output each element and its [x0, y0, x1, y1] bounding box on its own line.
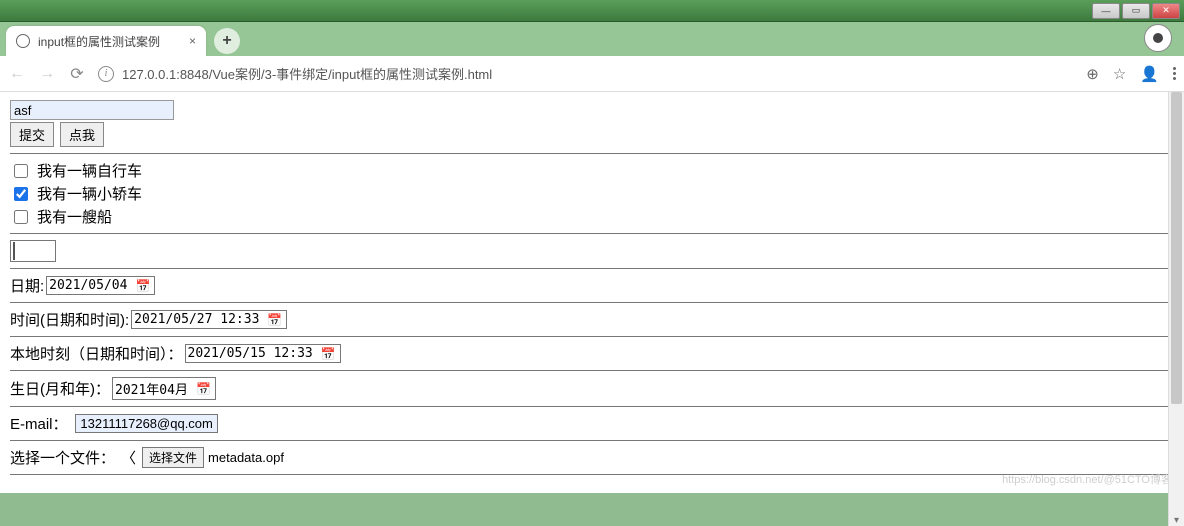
date-input[interactable]: 2021/05/04 📅 — [46, 276, 155, 295]
window-minimize-button[interactable]: — — [1092, 3, 1120, 19]
file-label: 选择一个文件： — [10, 447, 115, 468]
divider — [10, 474, 1174, 475]
scroll-down-icon[interactable]: ▾ — [1169, 515, 1184, 526]
os-titlebar: — ▭ ✕ — [0, 0, 1184, 22]
text-input[interactable] — [10, 100, 174, 120]
profile-icon[interactable]: 👤 — [1140, 65, 1159, 83]
date-label: 日期: — [10, 275, 44, 296]
email-input[interactable]: 13211117268@qq.com — [75, 414, 217, 433]
submit-button[interactable]: 提交 — [10, 122, 54, 147]
globe-icon — [16, 34, 30, 48]
tab-title: input框的属性测试案例 — [38, 33, 160, 50]
month-input[interactable]: 2021年04月 📅 — [112, 377, 216, 400]
divider — [10, 406, 1174, 407]
datetime-local-label: 本地时刻（日期和时间）： — [10, 343, 183, 364]
calendar-icon[interactable]: 📅 — [196, 382, 211, 396]
divider — [10, 153, 1174, 154]
back-icon[interactable]: ← — [8, 65, 26, 83]
month-value: 2021年04月 — [115, 379, 188, 398]
browser-tabstrip: input框的属性测试案例 × + — [0, 22, 1184, 56]
datetime-local-input[interactable]: 2021/05/15 12:33 📅 — [185, 344, 341, 363]
checkbox-boat[interactable] — [14, 210, 28, 224]
calendar-icon[interactable]: 📅 — [321, 347, 336, 361]
calendar-icon[interactable]: 📅 — [267, 313, 282, 327]
search-lens-icon[interactable]: ⊕ — [1086, 65, 1099, 83]
datetime-local-value: 2021/05/15 12:33 — [188, 346, 313, 361]
datetime-label: 时间(日期和时间): — [10, 309, 129, 330]
bookmark-star-icon[interactable]: ☆ — [1113, 65, 1126, 83]
divider — [10, 336, 1174, 337]
divider — [10, 370, 1174, 371]
file-choose-button[interactable]: 选择文件 — [142, 447, 204, 468]
page-content: 提交 点我 我有一辆自行车 我有一辆小轿车 我有一艘船 日期: 2021/05/… — [0, 92, 1184, 493]
date-value: 2021/05/04 — [49, 278, 127, 293]
scrollbar-thumb[interactable] — [1171, 92, 1182, 404]
vertical-scrollbar[interactable]: ▴ ▾ — [1168, 92, 1184, 526]
file-name: metadata.opf — [208, 450, 284, 465]
checkbox-car-label: 我有一辆小轿车 — [37, 183, 142, 204]
divider — [10, 440, 1174, 441]
checkbox-bike[interactable] — [14, 164, 28, 178]
browser-tab-active[interactable]: input框的属性测试案例 × — [6, 26, 206, 56]
address-bar[interactable]: 127.0.0.1:8848/Vue案例/3-事件绑定/input框的属性测试案… — [122, 64, 492, 83]
calendar-icon[interactable]: 📅 — [135, 279, 150, 293]
checkbox-bike-label: 我有一辆自行车 — [37, 160, 142, 181]
color-swatch — [13, 242, 15, 260]
site-info-icon[interactable]: i — [98, 66, 114, 82]
click-me-button[interactable]: 点我 — [60, 122, 104, 147]
color-input[interactable] — [10, 240, 56, 262]
divider — [10, 268, 1174, 269]
window-close-button[interactable]: ✕ — [1152, 3, 1180, 19]
month-label: 生日(月和年)： — [10, 378, 110, 399]
forward-icon[interactable]: → — [38, 65, 56, 83]
file-bracket-icon: 〈 — [121, 447, 136, 468]
checkbox-boat-label: 我有一艘船 — [37, 206, 112, 227]
checkbox-car[interactable] — [14, 187, 28, 201]
new-tab-button[interactable]: + — [214, 28, 240, 54]
profile-avatar-button[interactable] — [1144, 24, 1172, 52]
browser-toolbar: ← → ⟳ i 127.0.0.1:8848/Vue案例/3-事件绑定/inpu… — [0, 56, 1184, 92]
window-maximize-button[interactable]: ▭ — [1122, 3, 1150, 19]
tab-close-icon[interactable]: × — [189, 34, 196, 48]
reload-icon[interactable]: ⟳ — [68, 64, 86, 84]
divider — [10, 302, 1174, 303]
datetime-input[interactable]: 2021/05/27 12:33 📅 — [131, 310, 287, 329]
email-label: E-mail： — [10, 413, 68, 434]
datetime-value: 2021/05/27 12:33 — [134, 312, 259, 327]
kebab-menu-icon[interactable] — [1173, 67, 1176, 80]
divider — [10, 233, 1174, 234]
